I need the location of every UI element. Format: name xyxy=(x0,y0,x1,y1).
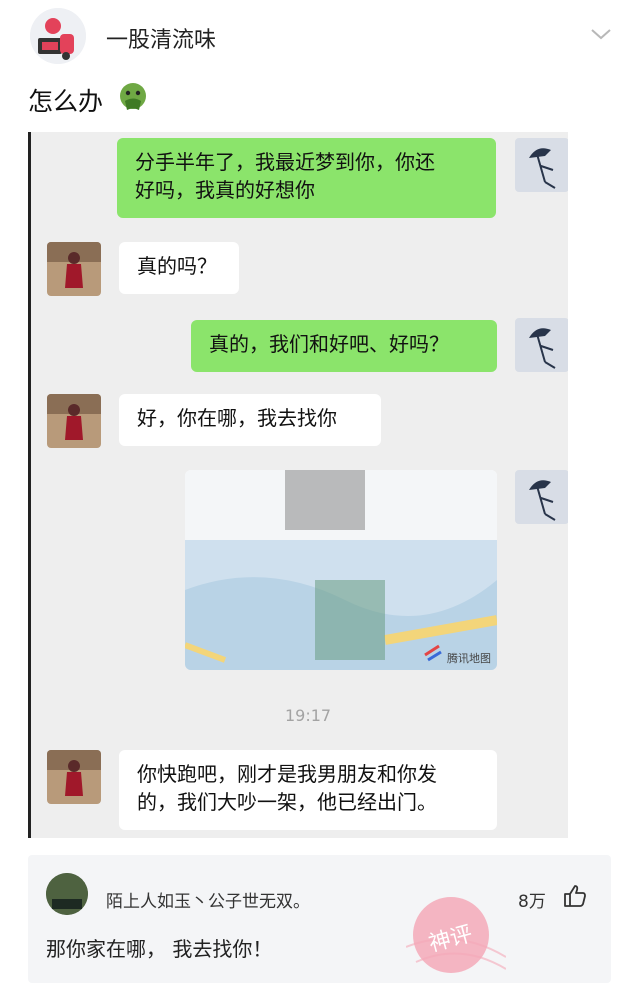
author-avatar[interactable] xyxy=(30,8,86,64)
message-line: 分手半年了，我最近梦到你，你还 xyxy=(135,150,435,174)
avatar-me xyxy=(515,138,568,192)
avatar-me xyxy=(515,470,568,524)
avatar-her xyxy=(47,750,101,804)
chevron-down-icon[interactable] xyxy=(590,26,612,45)
map-watermark: 腾讯地图 xyxy=(447,652,491,665)
like-thumb-icon[interactable] xyxy=(562,883,588,913)
like-count: 8万 xyxy=(518,892,546,912)
chat-bubble-sent: 真的，我们和好吧、好吗？ xyxy=(191,320,497,372)
author-name[interactable]: 一股清流味 xyxy=(106,22,216,54)
chat-timestamp: 19:17 xyxy=(285,706,332,725)
post-caption: 怎么办 xyxy=(28,87,104,116)
avatar-me xyxy=(515,318,568,372)
message-line: 你快跑吧，刚才是我男朋友和你发 xyxy=(137,762,437,786)
comment-text: 那你家在哪， 我去找你！ xyxy=(46,937,273,961)
vomit-face-emoji xyxy=(118,82,148,116)
message-line: 好吗，我真的好想你 xyxy=(135,178,315,202)
chat-bubble-sent: 分手半年了，我最近梦到你，你还 好吗，我真的好想你 xyxy=(117,138,496,218)
commenter-name[interactable]: 陌上人如玉丶公子世无双。 xyxy=(106,887,310,912)
chat-bubble-received: 好，你在哪，我去找你 xyxy=(119,394,381,446)
chat-screenshot: 分手半年了，我最近梦到你，你还 好吗，我真的好想你 真的吗？ 真的，我们和好吧、… xyxy=(28,132,568,838)
message-line: 的，我们大吵一架，他已经出门。 xyxy=(137,790,437,814)
avatar-her xyxy=(47,242,101,296)
commenter-avatar[interactable] xyxy=(46,873,88,915)
top-comment: 陌上人如玉丶公子世无双。 神评 8万 那你家在哪， 我去找你！ xyxy=(28,855,611,983)
chat-bubble-received: 真的吗？ xyxy=(119,242,239,294)
chat-bubble-received: 你快跑吧，刚才是我男朋友和你发 的，我们大吵一架，他已经出门。 xyxy=(119,750,497,830)
location-map-card[interactable]: 腾讯地图 xyxy=(185,470,497,670)
avatar-her xyxy=(47,394,101,448)
god-comment-stamp: 神评 xyxy=(405,887,507,981)
